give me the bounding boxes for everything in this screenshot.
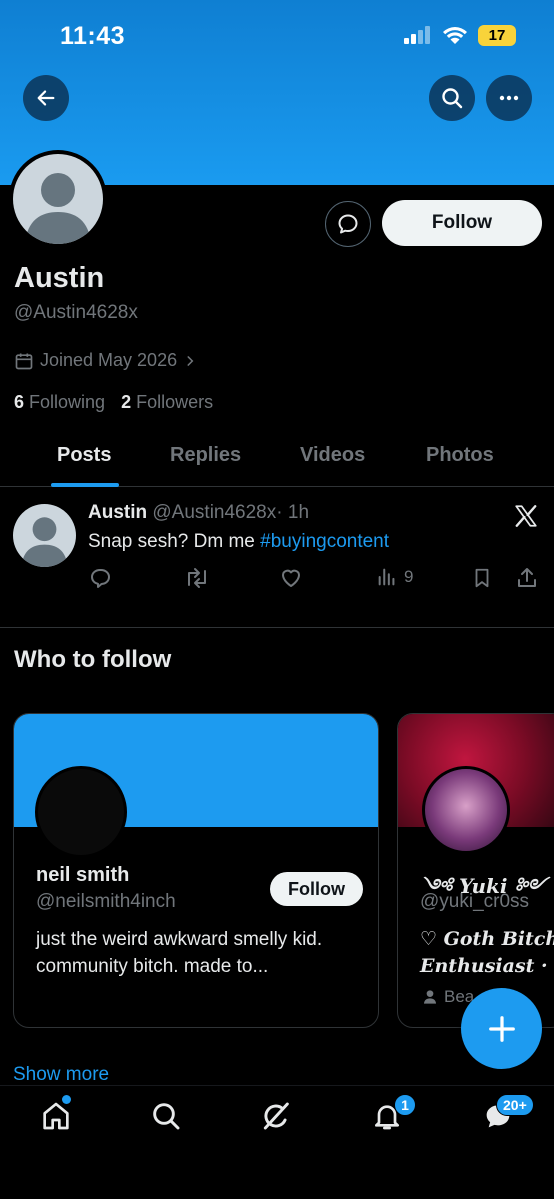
profile-handle: @Austin4628x: [14, 302, 138, 323]
repost-button[interactable]: [184, 566, 210, 590]
reply-icon: [91, 569, 110, 588]
views-button[interactable]: 9: [376, 566, 413, 588]
views-count: 9: [404, 567, 414, 586]
tab-posts[interactable]: Posts: [57, 444, 111, 467]
status-bar: 11:43 17: [0, 0, 554, 70]
tab-videos[interactable]: Videos: [300, 444, 365, 467]
plus-icon: [488, 1015, 515, 1042]
card-name: neil smith: [36, 864, 130, 886]
post-author[interactable]: Austin: [88, 502, 147, 523]
card-avatar[interactable]: [35, 766, 127, 858]
card-avatar[interactable]: [422, 766, 510, 854]
heart-icon: [282, 569, 300, 587]
following-link[interactable]: 6 Following: [14, 392, 105, 413]
post-header: Austin @Austin4628x· 1h: [88, 502, 309, 524]
calendar-icon: [15, 353, 33, 369]
who-to-follow-title: Who to follow: [14, 646, 172, 673]
like-button[interactable]: [279, 566, 303, 590]
following-label: Following: [29, 392, 106, 412]
search-icon: [442, 88, 463, 109]
card-handle: @yuki_cr0ss: [420, 891, 530, 912]
post-actions: 9: [88, 566, 548, 594]
post-text: Snap sesh? Dm me #buyingcontent: [88, 531, 389, 553]
follow-button[interactable]: Follow: [382, 200, 542, 246]
followers-label: Followers: [136, 392, 214, 412]
active-tab-indicator: [51, 483, 119, 487]
home-unread-dot: [62, 1095, 71, 1104]
card-bio-line: Enthusiast · S: [420, 955, 554, 977]
post-body: Snap sesh? Dm me: [88, 531, 261, 552]
card-meta: Bea: [422, 987, 474, 1007]
back-button[interactable]: [23, 75, 69, 121]
share-button[interactable]: [515, 566, 539, 590]
search-icon: [153, 1103, 180, 1130]
card-bio: ♡ Goth Bitch Enthusiast · S: [420, 926, 554, 980]
reply-button[interactable]: [88, 566, 112, 590]
post-handle: @Austin4628x: [152, 502, 277, 523]
messages-badge: 20+: [496, 1094, 534, 1116]
cellular-signal-icon: [404, 26, 430, 44]
followers-count: 2: [121, 392, 132, 412]
default-avatar-icon: [21, 517, 68, 567]
battery-indicator: 17: [478, 25, 516, 46]
person-icon: [424, 990, 436, 1004]
card-follow-button[interactable]: Follow: [270, 872, 363, 906]
more-options-button[interactable]: [486, 75, 532, 121]
bookmark-button[interactable]: [471, 566, 493, 590]
nav-explore[interactable]: [146, 1096, 186, 1136]
post-time: · 1h: [276, 502, 310, 523]
profile-tabs: Posts Replies Videos Photos: [0, 430, 554, 487]
x-logo-icon: [515, 505, 537, 527]
card-bio-line: ♡ Goth Bitch: [420, 928, 554, 950]
repost-icon: [188, 568, 206, 588]
bottom-nav: 1 20+: [0, 1085, 554, 1199]
bookmark-icon: [475, 568, 489, 588]
joined-text: Joined May 2026: [40, 350, 178, 370]
following-count: 6: [14, 392, 25, 412]
post[interactable]: Austin @Austin4628x· 1h Snap sesh? Dm me…: [0, 488, 554, 628]
show-more-link[interactable]: Show more: [13, 1064, 109, 1086]
compose-post-button[interactable]: [461, 988, 542, 1069]
card-handle: @neilsmith4inch: [36, 891, 176, 912]
suggestion-card[interactable]: neil smith @neilsmith4inch Follow just t…: [13, 713, 379, 1028]
joined-date[interactable]: Joined May 2026: [14, 350, 197, 371]
follow-stats: 6 Following 2 Followers: [14, 392, 213, 413]
default-avatar-icon: [25, 173, 91, 244]
wifi-icon: [443, 27, 467, 44]
analytics-icon: [378, 568, 395, 586]
share-icon: [518, 568, 536, 587]
home-icon: [43, 1102, 69, 1130]
arrow-left-icon: [37, 90, 55, 106]
message-bubble-icon: [338, 214, 358, 234]
grok-icon: [263, 1102, 289, 1130]
profile-name: Austin: [14, 262, 105, 294]
status-time: 11:43: [60, 22, 126, 50]
more-horizontal-icon: [499, 95, 519, 101]
profile-avatar[interactable]: [9, 150, 107, 248]
tab-photos[interactable]: Photos: [426, 444, 494, 467]
suggestion-card[interactable]: ༺ Yuki ༻ @yuki_cr0ss ♡ Goth Bitch Enthus…: [397, 713, 554, 1028]
notifications-badge: 1: [394, 1094, 416, 1116]
followers-link[interactable]: 2 Followers: [121, 392, 213, 413]
tab-replies[interactable]: Replies: [170, 444, 241, 467]
post-avatar[interactable]: [13, 504, 76, 567]
search-button[interactable]: [429, 75, 475, 121]
post-hashtag[interactable]: #buyingcontent: [260, 531, 389, 552]
card-bio: just the weird awkward smelly kid. commu…: [36, 929, 323, 977]
nav-grok[interactable]: [256, 1096, 296, 1136]
chevron-right-icon: [187, 355, 194, 366]
message-button[interactable]: [325, 201, 371, 247]
